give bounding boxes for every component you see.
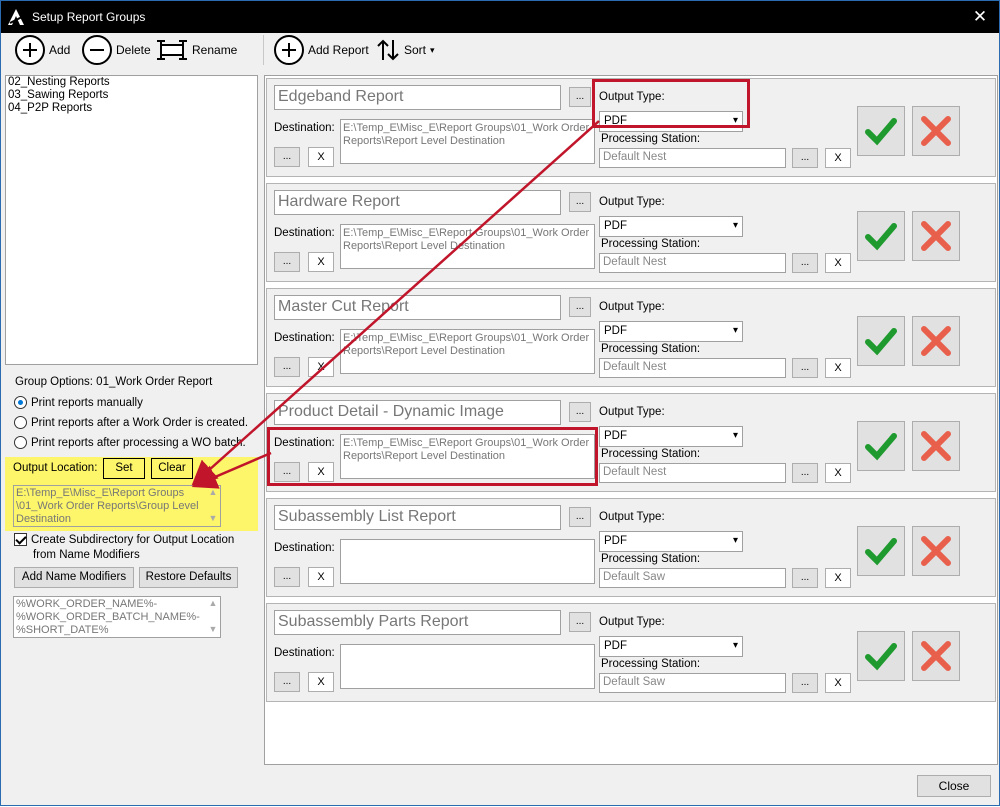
- setup-report-groups-window: Setup Report Groups ✕ Add Delete Rename …: [0, 0, 1000, 806]
- annotation-arrows: [191, 120, 600, 489]
- arrow-output-type-to-location: [191, 120, 600, 486]
- close-button[interactable]: Close: [917, 775, 991, 797]
